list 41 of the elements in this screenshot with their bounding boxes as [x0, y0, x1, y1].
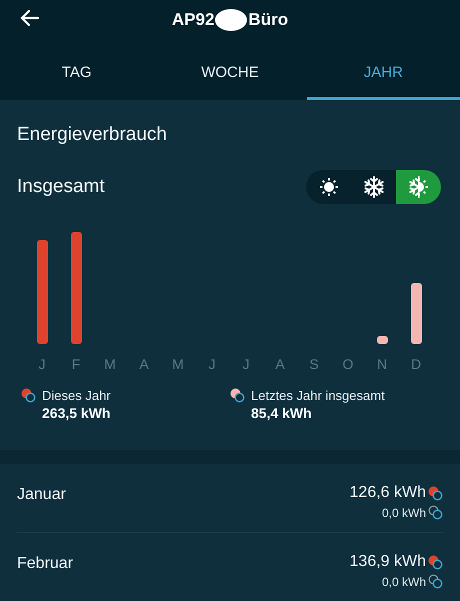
month-label: J	[208, 356, 216, 372]
cooling-energy: 0,0 kWh	[382, 574, 426, 588]
tab[interactable]: WOCHE	[153, 40, 307, 100]
rings-icon	[428, 505, 443, 520]
month-label: F	[70, 356, 82, 372]
heat-cool-icon	[230, 388, 245, 403]
month-label: J	[242, 356, 250, 372]
month-label: M	[171, 356, 185, 372]
month-label: A	[274, 356, 286, 372]
window-title: AP92	[172, 10, 214, 30]
tab[interactable]: JAHR	[306, 40, 460, 100]
legend-value: 263,5 kWh	[42, 405, 111, 421]
tab[interactable]: TAG	[0, 40, 154, 100]
month-name: Januar	[17, 486, 66, 505]
legend-label: Letztes Jahr insgesamt	[251, 388, 385, 403]
month-label: A	[138, 356, 150, 372]
heating-energy: 136,9 kWh	[350, 553, 426, 571]
bar	[376, 336, 388, 344]
month-label: N	[376, 356, 388, 372]
month-label: M	[103, 356, 117, 372]
heat-cool-icon	[428, 486, 443, 500]
legend-label: Dieses Jahr	[42, 388, 111, 403]
month-name: Februar	[17, 555, 74, 574]
cooling-energy: 0,0 kWh	[382, 506, 426, 520]
heating-energy: 126,6 kWh	[350, 484, 426, 502]
sun-snowflake-icon	[406, 175, 430, 199]
snowflake-icon	[362, 175, 386, 199]
bar	[410, 283, 422, 344]
subtitle: Insgesamt	[17, 176, 105, 198]
legend-value: 85,4 kWh	[251, 405, 313, 421]
mode-button[interactable]	[396, 170, 441, 204]
window-title: Büro	[248, 10, 288, 30]
rings-icon	[428, 574, 443, 589]
heat-cool-icon	[21, 388, 36, 403]
section-title: Energieverbrauch	[17, 124, 168, 146]
heat-cool-icon	[428, 554, 443, 570]
month-label: O	[342, 356, 354, 372]
month-label: D	[410, 356, 422, 372]
month-label: S	[308, 356, 320, 372]
month-label: J	[38, 356, 46, 372]
redaction-mark	[214, 8, 248, 32]
